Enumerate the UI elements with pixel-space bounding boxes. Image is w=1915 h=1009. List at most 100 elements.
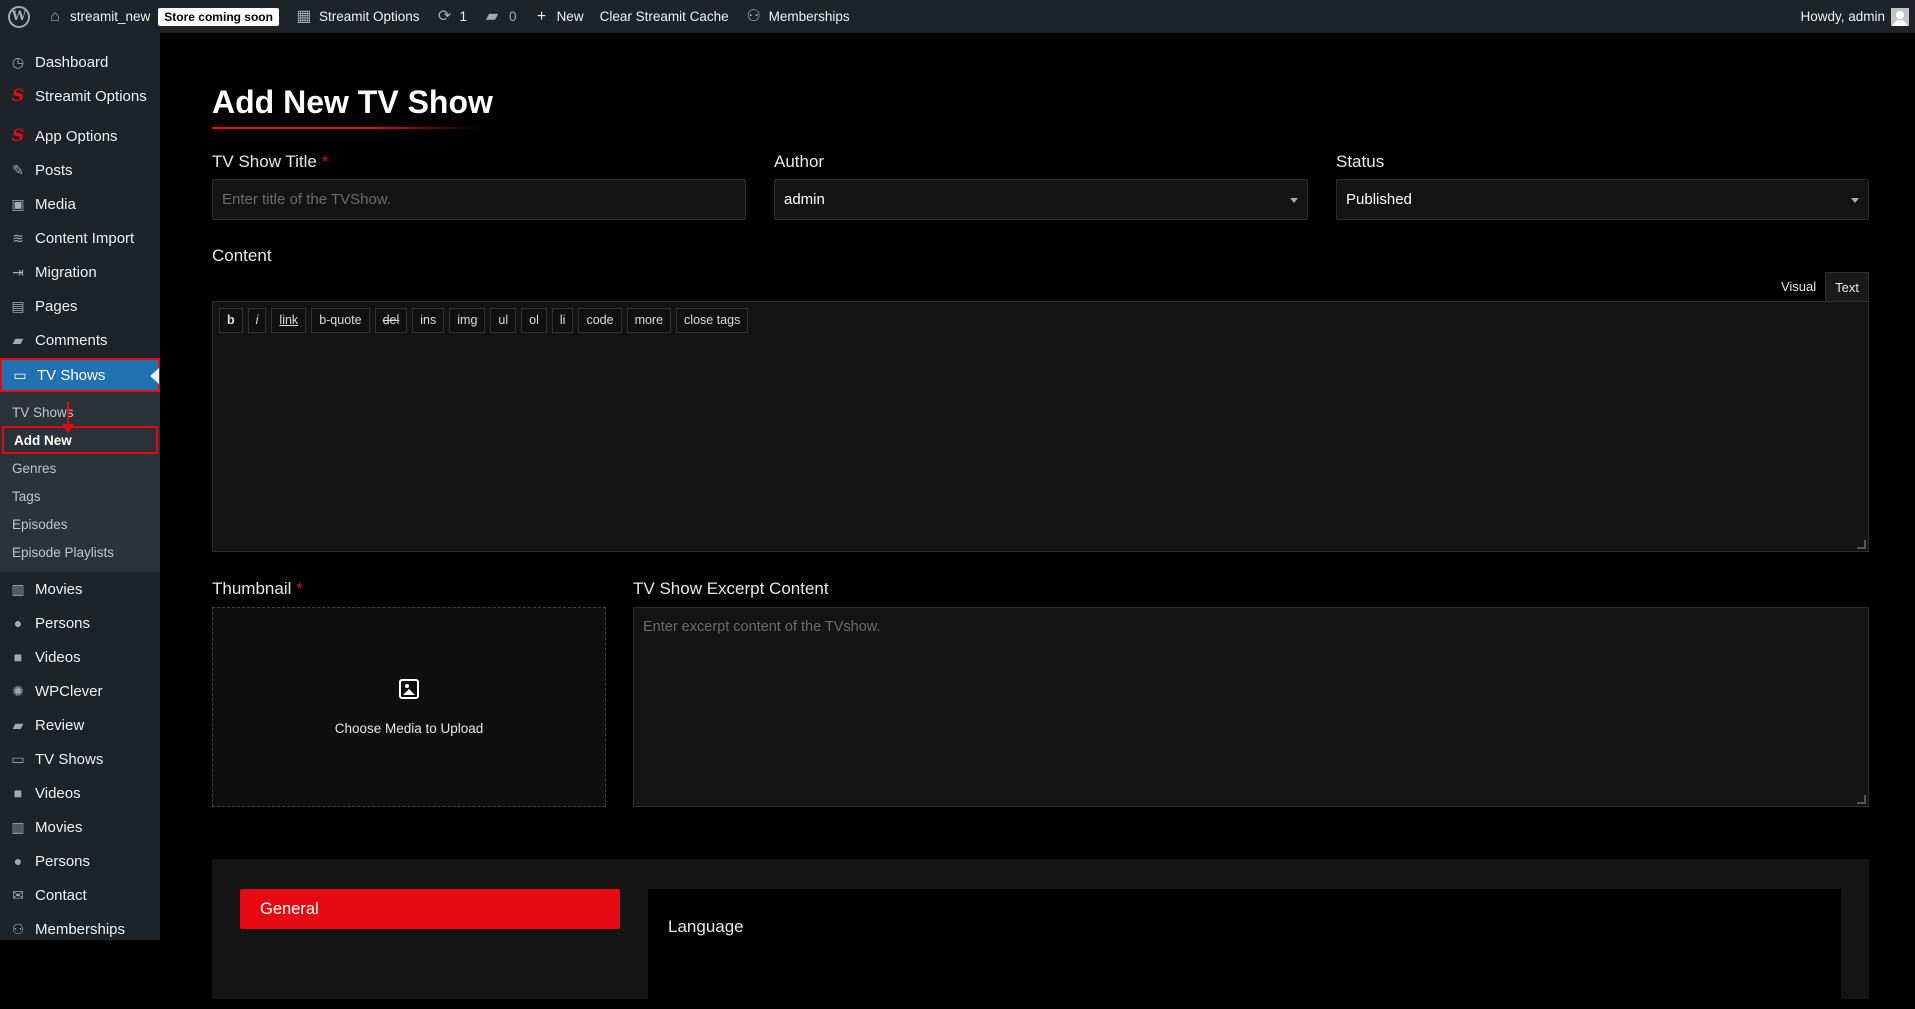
new-label: New (556, 9, 584, 24)
sidebar-item-comments[interactable]: ▰ Comments (0, 323, 160, 357)
quicktag-li-button[interactable]: li (551, 307, 574, 333)
quicktag-more-button[interactable]: more (626, 307, 672, 333)
quicktag-ol-button[interactable]: ol (521, 307, 547, 333)
submenu-item-tv-shows[interactable]: TV Shows (0, 398, 160, 426)
sidebar-item-content-import[interactable]: ≋ Content Import (0, 221, 160, 255)
submenu-item-episodes[interactable]: Episodes (0, 510, 160, 538)
quicktag-code-button[interactable]: code (578, 307, 622, 333)
quicktag-blockquote-button[interactable]: b-quote (311, 307, 370, 333)
my-account-menu[interactable]: Howdy, admin (1792, 0, 1915, 33)
avatar (1891, 7, 1909, 26)
comments-menu[interactable]: ▰ 0 (475, 0, 525, 33)
sidebar-item-label: TV Shows (35, 750, 104, 768)
sidebar-item-label: Contact (35, 886, 87, 904)
sidebar-item-movies[interactable]: ▥ Movies (0, 572, 160, 606)
memberships-label: Memberships (768, 9, 850, 24)
sidebar-item-label: Movies (35, 818, 83, 836)
person-icon: ● (13, 853, 23, 869)
submenu-item-genres[interactable]: Genres (0, 454, 160, 482)
title-placeholder: Enter title of the TVShow. (222, 191, 391, 208)
site-name-menu[interactable]: ⌂ streamit_new Store coming soon (38, 0, 287, 33)
sidebar-item-tv-shows[interactable]: ▭ TV Shows (0, 358, 160, 392)
sidebar-item-dashboard[interactable]: ◷ Dashboard (0, 45, 160, 79)
quicktag-ins-button[interactable]: ins (412, 307, 445, 333)
quicktag-italic-button[interactable]: i (247, 307, 267, 333)
sidebar-item-review[interactable]: ▰ Review (0, 708, 160, 742)
quicktag-link-button[interactable]: link (271, 307, 307, 333)
sidebar-item-media[interactable]: ▣ Media (0, 187, 160, 221)
quicktag-close-tags-button[interactable]: close tags (676, 307, 749, 333)
migrate-icon: ⇥ (12, 263, 24, 280)
status-select[interactable]: Published (1336, 179, 1869, 220)
sidebar-item-migration[interactable]: ⇥ Migration (0, 255, 160, 289)
plus-icon: + (536, 7, 547, 25)
image-icon (399, 678, 419, 699)
tv-shows-submenu: TV Shows Add New Genres Tags Episodes Ep… (0, 392, 160, 572)
layout-icon: ▦ (296, 7, 312, 25)
sidebar-item-videos[interactable]: ■ Videos (0, 776, 160, 810)
tv-show-title-input[interactable]: Enter title of the TVShow. (212, 179, 746, 220)
wordpress-icon: W (8, 5, 30, 28)
submenu-item-episode-playlists[interactable]: Episode Playlists (0, 538, 160, 566)
clear-cache-label: Clear Streamit Cache (599, 9, 729, 24)
sidebar-item-label: Posts (35, 161, 73, 179)
excerpt-textarea[interactable]: Enter excerpt content of the TVshow. (633, 607, 1869, 807)
sidebar-item-streamit-options[interactable]: S Streamit Options (0, 79, 160, 113)
howdy-label: Howdy, admin (1800, 9, 1885, 24)
sidebar-item-contact[interactable]: ✉ Contact (0, 878, 160, 912)
language-label: Language (668, 917, 744, 936)
author-value: admin (784, 191, 825, 208)
submenu-item-tags[interactable]: Tags (0, 482, 160, 510)
author-select[interactable]: admin (774, 179, 1308, 220)
comment-icon: ▰ (12, 331, 24, 348)
author-label: Author (774, 152, 825, 171)
updates-count: 1 (459, 9, 468, 24)
sidebar-item-tv-shows[interactable]: ▭ TV Shows (0, 742, 160, 776)
new-content-menu[interactable]: + New (525, 0, 592, 33)
status-value: Published (1346, 191, 1412, 208)
video-icon: ■ (13, 649, 23, 665)
updates-menu[interactable]: ⟳ 1 (428, 0, 476, 33)
submenu-item-add-new[interactable]: Add New (2, 426, 158, 454)
annotation-arrow (62, 402, 74, 433)
quicktag-ul-button[interactable]: ul (490, 307, 517, 333)
quicktag-bold-button[interactable]: b (219, 307, 243, 333)
tv-icon: ▭ (11, 750, 25, 767)
thumbnail-upload-dropzone[interactable]: Choose Media to Upload (212, 607, 606, 807)
sidebar-item-app-options[interactable]: S App Options (0, 119, 160, 153)
streamit-s-icon: S (11, 126, 25, 146)
resize-handle[interactable] (1857, 540, 1866, 549)
sidebar-item-label: Media (35, 195, 76, 213)
tab-text[interactable]: Text (1825, 272, 1869, 301)
sidebar-item-videos[interactable]: ■ Videos (0, 640, 160, 674)
sidebar-item-wpclever[interactable]: ✺ WPClever (0, 674, 160, 708)
sidebar-item-posts[interactable]: ✎ Posts (0, 153, 160, 187)
tab-visual[interactable]: Visual (1771, 272, 1826, 301)
quicktag-img-button[interactable]: img (449, 307, 486, 333)
sidebar-item-label: Content Import (35, 229, 135, 247)
wp-logo-menu[interactable]: W (0, 0, 38, 33)
resize-handle[interactable] (1857, 795, 1866, 804)
sidebar-item-persons[interactable]: ● Persons (0, 844, 160, 878)
main-panel: Add New TV Show TV Show Title * Enter ti… (181, 52, 1869, 1009)
sidebar-item-label: Comments (35, 331, 108, 349)
video-icon: ■ (13, 785, 23, 801)
sidebar-item-label: Dashboard (35, 53, 109, 71)
sidebar-item-movies[interactable]: ▥ Movies (0, 810, 160, 844)
sidebar-item-memberships[interactable]: ⚇ Memberships (0, 912, 160, 940)
tab-general[interactable]: General (240, 889, 620, 929)
memberships-menu[interactable]: ⚇ Memberships (737, 0, 858, 33)
dashboard-icon: ◷ (11, 53, 25, 70)
sidebar-item-persons[interactable]: ● Persons (0, 606, 160, 640)
clear-cache-menu[interactable]: Clear Streamit Cache (592, 0, 737, 33)
streamit-options-menu[interactable]: ▦ Streamit Options (287, 0, 428, 33)
sidebar-item-pages[interactable]: ▤ Pages (0, 289, 160, 323)
comment-icon: ▰ (12, 716, 24, 733)
sidebar-item-label: Persons (35, 614, 91, 632)
content-textarea[interactable] (212, 338, 1869, 552)
streamit-options-label: Streamit Options (318, 9, 420, 24)
film-icon: ▥ (11, 580, 25, 597)
quicktag-del-button[interactable]: del (374, 307, 408, 333)
pushpin-icon: ✎ (12, 161, 24, 178)
person-icon: ● (13, 615, 23, 631)
